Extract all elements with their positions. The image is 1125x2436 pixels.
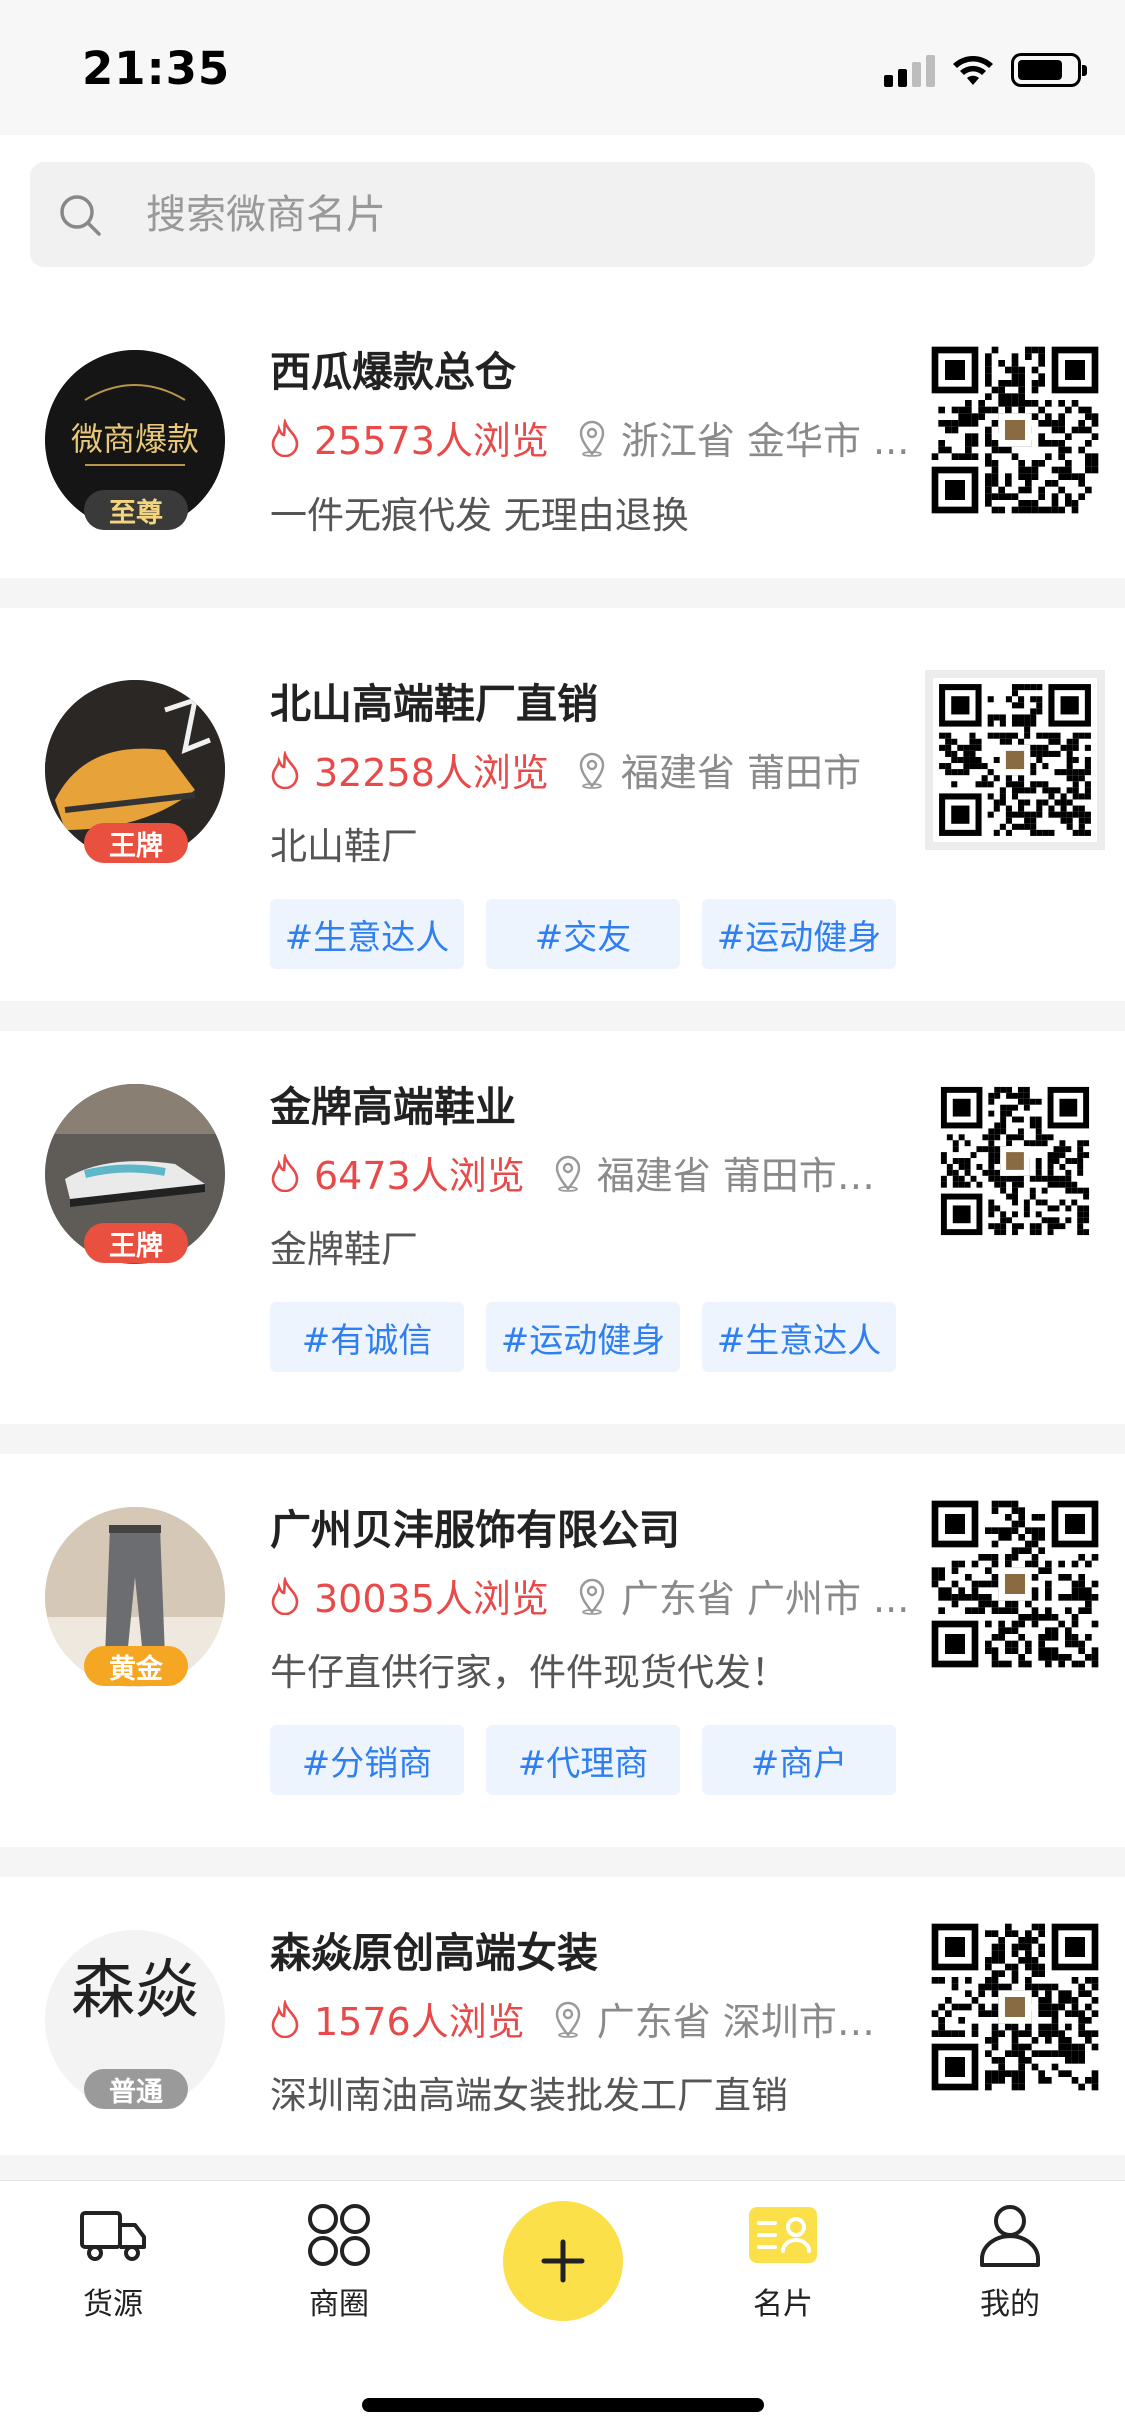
fire-icon (271, 750, 299, 789)
status-time: 21:35 (82, 42, 231, 95)
location-text: 福建省 莆田市 ... (596, 1154, 880, 1198)
location-text: 福建省 莆田市 (620, 751, 861, 795)
business-card[interactable]: 森焱 普通 森焱原创高端女装 1576人浏览 广东省 深圳市 ... 深圳南油高… (0, 1877, 1125, 2155)
search-box[interactable] (30, 162, 1095, 267)
qr-code-image[interactable] (925, 670, 1105, 850)
tag-item[interactable]: #运动健身 (486, 1302, 680, 1372)
tag-item[interactable]: #代理商 (486, 1725, 680, 1795)
tag-list: #生意达人 #交友 #运动健身 (270, 899, 896, 969)
shop-description: 深圳南油高端女装批发工厂直销 (270, 2074, 788, 2117)
shop-description: 北山鞋厂 (270, 825, 418, 868)
location-text: 广东省 深圳市 ... (596, 2000, 880, 2044)
shop-name[interactable]: 西瓜爆款总仓 (270, 338, 516, 398)
location-text: 广东省 广州市 ... (620, 1577, 910, 1621)
tag-item[interactable]: #生意达人 (270, 899, 464, 969)
card-icon (749, 2207, 817, 2263)
business-card[interactable]: 黄金 广州贝沣服饰有限公司 30035人浏览 广东省 广州市 ... 牛仔直供行… (0, 1454, 1125, 1847)
search-bar (0, 135, 1125, 300)
home-indicator (362, 2398, 764, 2412)
battery-icon (1011, 53, 1087, 87)
tab-mingpian[interactable]: 名片 (703, 2203, 863, 2323)
fire-icon (271, 1576, 299, 1615)
location-pin-icon (555, 2001, 580, 2038)
plus-icon (541, 2239, 585, 2283)
tab-wode[interactable]: 我的 (930, 2203, 1090, 2323)
status-bar: 21:35 (0, 0, 1125, 135)
qr-code-icon (925, 340, 1105, 520)
location-text: 浙江省 金华市 ... (620, 419, 910, 463)
shop-name[interactable]: 广州贝沣服饰有限公司 (270, 1496, 680, 1556)
level-badge: 王牌 (84, 1223, 188, 1263)
status-icons (884, 50, 1087, 90)
signal-icon (884, 53, 935, 87)
tag-item[interactable]: #生意达人 (702, 1302, 896, 1372)
avatar-text: 微商爆款 (71, 420, 199, 458)
fire-icon (271, 1153, 299, 1192)
qr-code-image[interactable] (925, 340, 1105, 520)
tag-list: #有诚信 #运动健身 #生意达人 (270, 1302, 896, 1372)
search-input[interactable] (146, 191, 996, 238)
shop-meta: 32258人浏览 福建省 莆田市 (270, 742, 910, 797)
tag-item[interactable]: #有诚信 (270, 1302, 464, 1372)
shop-description: 牛仔直供行家，件件现货代发！ (270, 1651, 788, 1694)
view-count: 30035人浏览 (314, 1577, 549, 1621)
shop-name[interactable]: 北山高端鞋厂直销 (270, 670, 598, 730)
tag-item[interactable]: #运动健身 (702, 899, 896, 969)
tab-label: 货源 (83, 2287, 143, 2322)
add-button[interactable] (503, 2201, 623, 2321)
shop-name[interactable]: 森焱原创高端女装 (270, 1919, 598, 1979)
tag-item[interactable]: #商户 (702, 1725, 896, 1795)
shop-meta: 30035人浏览 广东省 广州市 ... (270, 1568, 910, 1623)
user-icon (980, 2205, 1040, 2267)
fire-icon (271, 1999, 299, 2038)
tag-item[interactable]: #分销商 (270, 1725, 464, 1795)
qr-code-image[interactable] (925, 1494, 1105, 1674)
view-count: 1576人浏览 (314, 2000, 525, 2044)
location-pin-icon (555, 1155, 580, 1192)
fire-icon (271, 418, 299, 457)
business-card[interactable]: 王牌 北山高端鞋厂直销 32258人浏览 福建省 莆田市 北山鞋厂 #生意达人 … (0, 608, 1125, 1001)
level-badge: 至尊 (84, 490, 188, 530)
view-count: 32258人浏览 (314, 751, 549, 795)
search-icon (60, 194, 101, 236)
level-badge: 王牌 (84, 823, 188, 863)
shop-meta: 1576人浏览 广东省 深圳市 ... (270, 1991, 880, 2046)
app-root: 21:35 搜索微商名片 微商爆款 至尊 西瓜爆款总仓 25573人浏览 浙江省… (0, 0, 1125, 2436)
level-badge: 普通 (84, 2069, 188, 2109)
business-card-list: 微商爆款 至尊 西瓜爆款总仓 25573人浏览 浙江省 金华市 ... 一件无痕… (0, 300, 1125, 2180)
location-pin-icon (579, 1578, 605, 1615)
qr-code-icon (935, 1081, 1095, 1241)
qr-code-icon (925, 1494, 1105, 1674)
shop-name[interactable]: 金牌高端鞋业 (270, 1073, 516, 1133)
shop-meta: 25573人浏览 浙江省 金华市 ... (270, 410, 910, 465)
view-count: 6473人浏览 (314, 1154, 525, 1198)
shop-description: 金牌鞋厂 (270, 1228, 418, 1271)
location-pin-icon (579, 420, 605, 457)
level-badge: 黄金 (84, 1646, 188, 1686)
tab-shangquan[interactable]: 商圈 (259, 2203, 419, 2323)
shop-meta: 6473人浏览 福建省 莆田市 ... (270, 1145, 880, 1200)
avatar-text: 森焱 (71, 1954, 199, 2028)
shop-description: 一件无痕代发 无理由退换 (270, 494, 689, 537)
qr-code-icon (925, 1917, 1105, 2097)
tab-label: 名片 (753, 2287, 813, 2322)
tab-label: 我的 (980, 2287, 1040, 2322)
tab-label: 商圈 (309, 2287, 369, 2322)
location-pin-icon (579, 752, 605, 789)
tag-list: #分销商 #代理商 #商户 (270, 1725, 896, 1795)
tab-huoyuan[interactable]: 货源 (33, 2203, 193, 2323)
view-count: 25573人浏览 (314, 419, 549, 463)
wifi-icon (953, 56, 993, 85)
tag-item[interactable]: #交友 (486, 899, 680, 969)
truck-icon (80, 2211, 146, 2261)
business-card[interactable]: 微商爆款 至尊 西瓜爆款总仓 25573人浏览 浙江省 金华市 ... 一件无痕… (0, 300, 1125, 578)
business-card[interactable]: 王牌 金牌高端鞋业 6473人浏览 福建省 莆田市 ... 金牌鞋厂 #有诚信 … (0, 1031, 1125, 1424)
qr-code-image[interactable] (935, 1081, 1095, 1241)
grid-icon (308, 2204, 370, 2266)
qr-code-icon (933, 678, 1097, 842)
qr-code-image[interactable] (925, 1917, 1105, 2097)
